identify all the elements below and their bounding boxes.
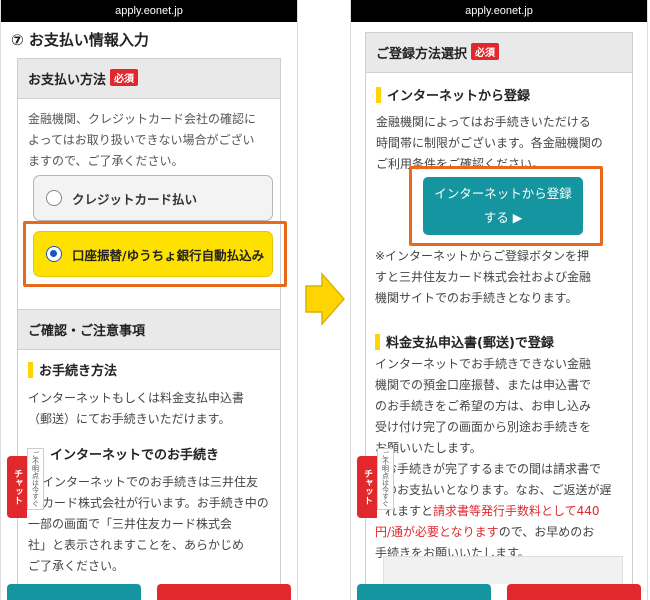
bottom-right-button[interactable]	[507, 584, 641, 600]
internet-procedure-text: インターネットでのお手続きは三井住友 カード株式会社が行います。お手続き中の 一…	[28, 475, 269, 573]
question-tab[interactable]: ご不明点は今すぐ	[377, 448, 394, 510]
register-via-internet-button[interactable]: インターネットから登録 する ▶	[423, 177, 583, 235]
payment-note-line: よってはお取り扱いできない場合がござい	[28, 133, 255, 147]
internet-procedure-heading: インターネットでのお手続き	[50, 448, 220, 463]
notes-card: ご確認・ご注意事項 お手続き方法 インターネットもしくは料金支払申込書 （郵送）…	[17, 309, 281, 600]
payment-method-header: お支払い方法 必須	[18, 59, 280, 99]
right-screen: apply.eonet.jp ご登録方法選択 必須 インターネットから登録 金融機…	[350, 0, 648, 600]
left-screen: apply.eonet.jp ⑦ お支払い情報入力 お支払い方法 必須 金融機関、…	[0, 0, 298, 600]
heading-bar	[375, 333, 380, 350]
credit-card-option-label: クレジットカード払い	[72, 191, 198, 207]
registration-method-header: ご登録方法選択 必須	[366, 33, 632, 73]
fee-warning-continued: 円/通が必要となります	[375, 525, 499, 539]
section-title: ⑦ お支払い情報入力	[11, 31, 149, 49]
radio-unchecked-icon	[46, 190, 62, 206]
selection-highlight-frame	[23, 221, 287, 287]
registration-method-title: ご登録方法選択	[376, 47, 468, 62]
heading-bar	[28, 361, 33, 378]
procedure-heading: お手続き方法	[28, 360, 270, 379]
heading-bar	[376, 86, 381, 103]
payment-method-title: お支払い方法	[28, 73, 107, 88]
bottom-right-button[interactable]	[157, 584, 291, 600]
procedure-text: インターネットもしくは料金支払申込書 （郵送）にてお手続きいただけます。	[28, 391, 245, 426]
payment-note-line: ますので、ご了承ください。	[28, 154, 184, 168]
bottom-action-bar	[351, 584, 647, 600]
payment-note-line: 金融機関、クレジットカード会社の確認に	[28, 112, 257, 126]
internet-registration-heading: インターネットから登録	[376, 85, 622, 104]
chat-tab[interactable]: チャット	[7, 456, 27, 518]
question-tab[interactable]: ご不明点は今すぐ	[27, 448, 44, 510]
credit-card-option[interactable]: クレジットカード払い	[33, 175, 273, 221]
payment-note: 金融機関、クレジットカード会社の確認に よってはお取り扱いできない場合がござい …	[18, 99, 280, 182]
play-arrow-icon: ▶	[512, 210, 523, 225]
required-badge: 必須	[471, 43, 500, 60]
chat-tab[interactable]: チャット	[357, 456, 377, 518]
bottom-action-bar	[1, 584, 297, 600]
internet-note: ※インターネットからご登録ボタンを押 すと三井住友カード株式会社および金融 機関…	[375, 249, 592, 305]
url-bar[interactable]: apply.eonet.jp	[351, 0, 647, 22]
notes-card-title: ご確認・ご注意事項	[18, 310, 280, 350]
mail-registration-section: 料金支払申込書(郵送)で登録 インターネットでお手続きできない金融 機関での預金…	[375, 332, 627, 564]
next-arrow-icon	[305, 272, 345, 326]
bottom-left-button[interactable]	[7, 584, 141, 600]
fee-warning: 請求書等発行手数料として440	[433, 504, 600, 518]
required-badge: 必須	[110, 69, 139, 86]
url-bar[interactable]: apply.eonet.jp	[1, 0, 297, 22]
mail-registration-text: インターネットでお手続きできない金融 機関での預金口座振替、または申込書で のお…	[375, 357, 612, 560]
bottom-left-button[interactable]	[357, 584, 491, 600]
mail-registration-heading: 料金支払申込書(郵送)で登録	[375, 332, 627, 351]
